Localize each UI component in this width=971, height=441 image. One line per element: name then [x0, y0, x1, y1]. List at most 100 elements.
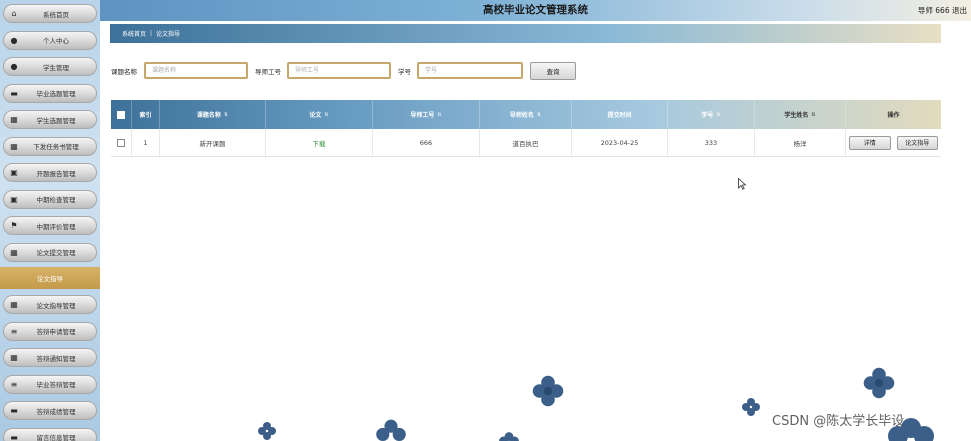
watermark: CSDN @陈太学长毕设 [772, 414, 905, 429]
top-header: 高校毕业论文管理系统 导师 666 退出 [100, 0, 971, 21]
col-time-label: 提交时间 [607, 112, 632, 119]
sidebar-item-label: 论文指导 [37, 275, 63, 283]
col-tutor-name[interactable]: 导师姓名 ⇅ [480, 100, 572, 129]
student-search-input[interactable]: 学号 [417, 62, 523, 79]
guide-button[interactable]: 论文指导 [896, 135, 938, 150]
doc-icon: ▣ [10, 168, 18, 177]
sidebar-item-label: 中期检查管理 [36, 196, 76, 204]
tutor-search-label: 导师工号 [255, 68, 281, 76]
grid-icon: ▦ [10, 300, 18, 309]
sidebar-item[interactable]: ≡ 毕业答辩管理 [3, 374, 97, 394]
sidebar-item-label: 论文指导管理 [36, 301, 76, 310]
sidebar-item-label: 系统首页 [43, 10, 69, 19]
sidebar-item[interactable]: ▣ 中期检查管理 [3, 189, 97, 209]
col-tutor-id-label: 导师工号 [410, 112, 435, 119]
search-button[interactable]: 查询 [530, 62, 576, 80]
flower-icon [863, 367, 895, 399]
breadcrumb-home[interactable]: 系统首页 [122, 29, 146, 38]
sidebar-item[interactable]: ⌂ 系统首页 [3, 4, 97, 23]
breadcrumb-separator: | [150, 30, 153, 37]
download-link[interactable]: 下载 [266, 129, 373, 156]
sidebar-item-label: 开题报告管理 [36, 169, 76, 178]
title-search-label: 课题名称 [111, 68, 137, 76]
col-time[interactable]: 提交时间 [572, 100, 668, 129]
sidebar-item[interactable]: ▬ 留言信息管理 [3, 427, 97, 441]
doc-icon: ▣ [10, 194, 18, 204]
select-all-cell [111, 100, 132, 129]
cell-title: 新开课题 [160, 129, 266, 156]
grid-icon: ▦ [10, 247, 18, 257]
sidebar-item-label: 个人中心 [43, 37, 69, 45]
col-tutor-id[interactable]: 导师工号 ⇅ [373, 100, 480, 129]
col-title[interactable]: 课题名称 ⇅ [160, 100, 266, 129]
row-select-cell [111, 129, 132, 156]
sidebar-item-label: 下发任务书管理 [33, 143, 79, 151]
sidebar-item-label: 中期评价管理 [36, 222, 76, 231]
book-icon: ▬ [10, 406, 18, 415]
sidebar-item-label: 答辩通知管理 [36, 354, 76, 363]
sidebar-item[interactable]: ▦ 答辩通知管理 [3, 348, 97, 367]
col-title-label: 课题名称 [196, 112, 221, 119]
breadcrumb-current: 论文指导 [156, 31, 181, 38]
sidebar-item[interactable]: ▣ 开题报告管理 [3, 163, 97, 182]
sidebar: ⌂ 系统首页 ● 个人中心 ● 学生管理 ▬ 毕业选题管理 ▦ 学生选题管理 ▦ 下发任务书管理 ▣ 开题… [0, 0, 100, 441]
title-search-input[interactable]: 课题名称 [144, 62, 248, 79]
user-icon: ● [10, 35, 18, 45]
flower-icon [258, 422, 276, 440]
col-student-name[interactable]: 学生姓名 ⇅ [755, 100, 846, 129]
breadcrumb: 系统首页 | 论文指导 [110, 24, 941, 43]
sidebar-item-active[interactable]: 论文指导 [0, 267, 100, 289]
sidebar-item-label: 毕业答辩管理 [36, 381, 76, 389]
sidebar-item[interactable]: ▦ 学生选题管理 [3, 110, 97, 129]
user-info[interactable]: 导师 666 退出 [918, 0, 967, 21]
sidebar-item[interactable]: ▦ 下发任务书管理 [3, 136, 97, 156]
col-student-id-label: 学号 [701, 112, 714, 119]
book-icon: ▬ [10, 432, 18, 441]
sidebar-item[interactable]: ⚑ 中期评价管理 [3, 216, 97, 235]
table-row: 1 新开课题 下载 666 道百执巴 2023-04-25 333 杨洋 详情 … [111, 129, 941, 157]
sidebar-item-label: 答辩申请管理 [36, 328, 76, 336]
sidebar-item[interactable]: ▬ 毕业选题管理 [3, 83, 97, 103]
grid-icon: ▦ [10, 353, 18, 362]
grid-icon: ▦ [10, 141, 18, 151]
flower-icon [742, 398, 760, 416]
sidebar-item[interactable]: ≡ 答辩申请管理 [3, 321, 97, 341]
cell-actions: 详情 论文指导 [846, 129, 941, 156]
flower-icon [499, 432, 519, 441]
cell-tutor-id: 666 [373, 129, 480, 156]
sidebar-item-label: 留言信息管理 [36, 434, 76, 441]
cell-tutor-name: 道百执巴 [480, 129, 572, 156]
table-header: 索引 课题名称 ⇅ 论文 ⇅ 导师工号 ⇅ 导师姓名 ⇅ 提交时间 学号 ⇅ 学生姓名 ⇅ … [111, 100, 941, 129]
col-tutor-name-label: 导师姓名 [509, 112, 534, 119]
flag-icon: ⚑ [10, 221, 18, 230]
row-checkbox[interactable] [117, 138, 125, 147]
tutor-search-input[interactable]: 导师工号 [287, 62, 391, 79]
sidebar-item[interactable]: ▦ 论文指导管理 [3, 295, 97, 314]
col-student-id[interactable]: 学号 ⇅ [668, 100, 755, 129]
sidebar-item-label: 学生管理 [43, 63, 69, 72]
mouse-cursor-icon [738, 178, 746, 190]
col-paper[interactable]: 论文 ⇅ [266, 100, 373, 129]
col-actions: 操作 [887, 112, 900, 119]
list-icon: ≡ [10, 326, 18, 336]
sidebar-item[interactable]: ● 学生管理 [3, 57, 97, 76]
book-icon: ▬ [10, 88, 18, 98]
flower-icon [532, 375, 564, 407]
sidebar-item[interactable]: ▦ 论文提交管理 [3, 242, 97, 262]
col-student-name-label: 学生姓名 [784, 112, 809, 119]
sort-icon: ⇅ [536, 111, 542, 118]
grid-icon: ▦ [10, 115, 18, 124]
sort-icon: ⇅ [437, 111, 442, 118]
data-table: 索引 课题名称 ⇅ 论文 ⇅ 导师工号 ⇅ 导师姓名 ⇅ 提交时间 学号 ⇅ 学生姓名 ⇅ … [111, 100, 941, 157]
select-all-checkbox[interactable] [117, 110, 125, 119]
search-bar: 课题名称 课题名称 导师工号 导师工号 学号 学号 查询 [111, 62, 591, 80]
cell-index: 1 [132, 129, 160, 156]
sidebar-item[interactable]: ▬ 答辩成绩管理 [3, 401, 97, 420]
flower-icon [376, 419, 406, 441]
sort-icon: ⇅ [223, 111, 229, 118]
detail-button[interactable]: 详情 [849, 135, 891, 150]
col-index: 索引 [132, 100, 160, 129]
sidebar-item-label: 论文提交管理 [36, 249, 76, 257]
sidebar-item[interactable]: ● 个人中心 [3, 30, 97, 50]
sort-icon: ⇅ [716, 111, 721, 118]
